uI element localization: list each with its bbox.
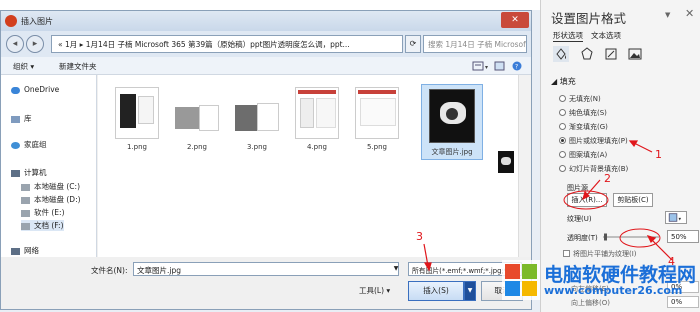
organize-button[interactable]: 组织 ▾ — [13, 61, 34, 72]
filename-label: 文件名(N): — [91, 266, 128, 275]
annotation-number: 2 — [604, 172, 611, 185]
file-item[interactable]: 3.png — [230, 87, 284, 151]
tab-text-options[interactable]: 文本选项 — [591, 30, 621, 41]
sidebar-item-network[interactable]: 网络 — [11, 245, 39, 256]
radio-solid-fill[interactable]: 纯色填充(S) — [559, 108, 607, 118]
network-icon — [11, 247, 20, 255]
preview-image — [498, 151, 514, 173]
sidebar-item-onedrive[interactable]: OneDrive — [11, 85, 59, 94]
file-item[interactable]: 4.png — [290, 87, 344, 151]
close-button[interactable]: ✕ — [501, 12, 529, 28]
svg-text:▾: ▾ — [679, 216, 682, 222]
dialog-title: 插入图片 — [21, 17, 53, 26]
cloud-icon — [11, 86, 20, 94]
picture-source-label: 图片源 — [567, 184, 588, 192]
file-thumbnail — [295, 87, 339, 139]
radio-gradient-fill[interactable]: 渐变填充(G) — [559, 122, 608, 132]
file-thumbnail — [235, 87, 279, 139]
vertical-scrollbar[interactable] — [518, 75, 531, 257]
insert-button[interactable]: 插入(S) — [408, 281, 464, 301]
watermark-url: www.computer26.com — [544, 284, 683, 297]
clipboard-button[interactable]: 剪贴板(C) — [613, 193, 653, 207]
file-thumbnail — [355, 87, 399, 139]
file-list: 1.png 2.png 3.png 4.png 5.png 文章图片.jpg — [98, 75, 518, 257]
fill-line-icon[interactable] — [553, 46, 569, 62]
sidebar-item-homegroup[interactable]: 家庭组 — [11, 139, 47, 150]
windows-logo — [502, 260, 540, 300]
view-options-icons[interactable]: ▾ ? — [471, 60, 526, 72]
sidebar-item-drive-f[interactable]: 文档 (F:) — [21, 220, 64, 231]
library-icon — [11, 115, 20, 123]
fill-section-header[interactable]: ◢ 填充 — [551, 76, 576, 87]
tab-shape-options[interactable]: 形状选项 — [553, 30, 583, 42]
transparency-input[interactable]: 50% — [667, 230, 699, 243]
navigation-bar: ◂ ▸ « 1月 ▸ 1月14日 子楠 Microsoft 365 第39篇（原… — [1, 31, 531, 57]
slider-thumb[interactable] — [604, 233, 607, 241]
chevron-down-icon[interactable]: ▼ — [392, 262, 400, 276]
svg-text:?: ? — [515, 64, 518, 71]
sidebar-item-drive-c[interactable]: 本地磁盘 (C:) — [21, 181, 80, 192]
annotation-number: 1 — [655, 148, 662, 161]
drive-icon — [21, 196, 30, 204]
effects-icon[interactable] — [579, 46, 595, 62]
drive-icon — [21, 183, 30, 191]
dialog-toolbar: 组织 ▾ 新建文件夹 ▾ ? — [1, 57, 531, 75]
sidebar-item-drive-d[interactable]: 本地磁盘 (D:) — [21, 194, 81, 205]
navigation-pane: OneDrive 库 家庭组 计算机 本地磁盘 (C:) 本地磁盘 (D:) 软… — [1, 75, 97, 257]
texture-picker-button[interactable]: ▾ — [665, 211, 687, 224]
forward-button[interactable]: ▸ — [26, 35, 44, 53]
chevron-down-icon[interactable]: ▼ — [665, 11, 670, 19]
radio-no-fill[interactable]: 无填充(N) — [559, 94, 601, 104]
annotation-number: 3 — [416, 230, 423, 243]
new-folder-button[interactable]: 新建文件夹 — [59, 61, 97, 72]
document-background — [0, 0, 540, 10]
powerpoint-icon — [5, 15, 17, 27]
address-bar[interactable]: « 1月 ▸ 1月14日 子楠 Microsoft 365 第39篇（原始稿）p… — [51, 35, 403, 53]
file-item[interactable]: 1.png — [110, 87, 164, 151]
file-item[interactable]: 2.png — [170, 87, 224, 151]
file-thumbnail — [429, 89, 475, 143]
drive-icon — [21, 222, 30, 230]
refresh-button[interactable]: ⟳ — [405, 35, 421, 53]
radio-pattern-fill[interactable]: 图案填充(A) — [559, 150, 607, 160]
insert-dropdown-button[interactable]: ▼ — [464, 281, 476, 301]
computer-icon — [11, 169, 20, 177]
tools-button[interactable]: 工具(L) ▾ — [359, 285, 399, 296]
pane-title: 设置图片格式 — [551, 11, 627, 26]
file-thumbnail — [175, 87, 219, 139]
file-item-selected[interactable]: 文章图片.jpg — [421, 84, 483, 160]
dialog-titlebar: 插入图片 ✕ — [1, 11, 531, 31]
sidebar-item-library[interactable]: 库 — [11, 113, 32, 124]
file-thumbnail — [115, 87, 159, 139]
size-properties-icon[interactable] — [603, 46, 619, 62]
texture-label: 纹理(U) — [567, 215, 592, 223]
sidebar-item-drive-e[interactable]: 软件 (E:) — [21, 207, 65, 218]
dialog-footer: 文件名(N): 文章图片.jpg ▼ 所有图片(*.emf;*.wmf;*.jp… — [1, 257, 531, 309]
search-input[interactable]: 搜索 1月14日 子楠 Microsof... — [423, 35, 527, 53]
watermark-name: 电脑软硬件教程网 — [544, 264, 697, 286]
file-item[interactable]: 5.png — [350, 87, 404, 151]
picture-icon[interactable] — [627, 46, 643, 62]
homegroup-icon — [11, 141, 20, 149]
radio-picture-texture-fill[interactable]: 图片或纹理填充(P) — [559, 136, 628, 146]
insert-picture-dialog: 插入图片 ✕ ◂ ▸ « 1月 ▸ 1月14日 子楠 Microsoft 365… — [0, 10, 532, 310]
drive-icon — [21, 209, 30, 217]
filename-input[interactable]: 文章图片.jpg — [133, 262, 399, 276]
radio-slide-background-fill[interactable]: 幻灯片背景填充(B) — [559, 164, 628, 174]
insert-picture-button[interactable]: 插入(R)... — [567, 193, 607, 207]
transparency-slider[interactable] — [601, 233, 661, 241]
transparency-label: 透明度(T) — [567, 234, 598, 242]
watermark: 电脑软硬件教程网 www.computer26.com — [502, 256, 700, 312]
svg-text:▾: ▾ — [485, 64, 488, 71]
back-button[interactable]: ◂ — [6, 35, 24, 53]
pane-close-button[interactable]: ✕ — [685, 7, 694, 20]
sidebar-item-computer[interactable]: 计算机 — [11, 167, 47, 178]
